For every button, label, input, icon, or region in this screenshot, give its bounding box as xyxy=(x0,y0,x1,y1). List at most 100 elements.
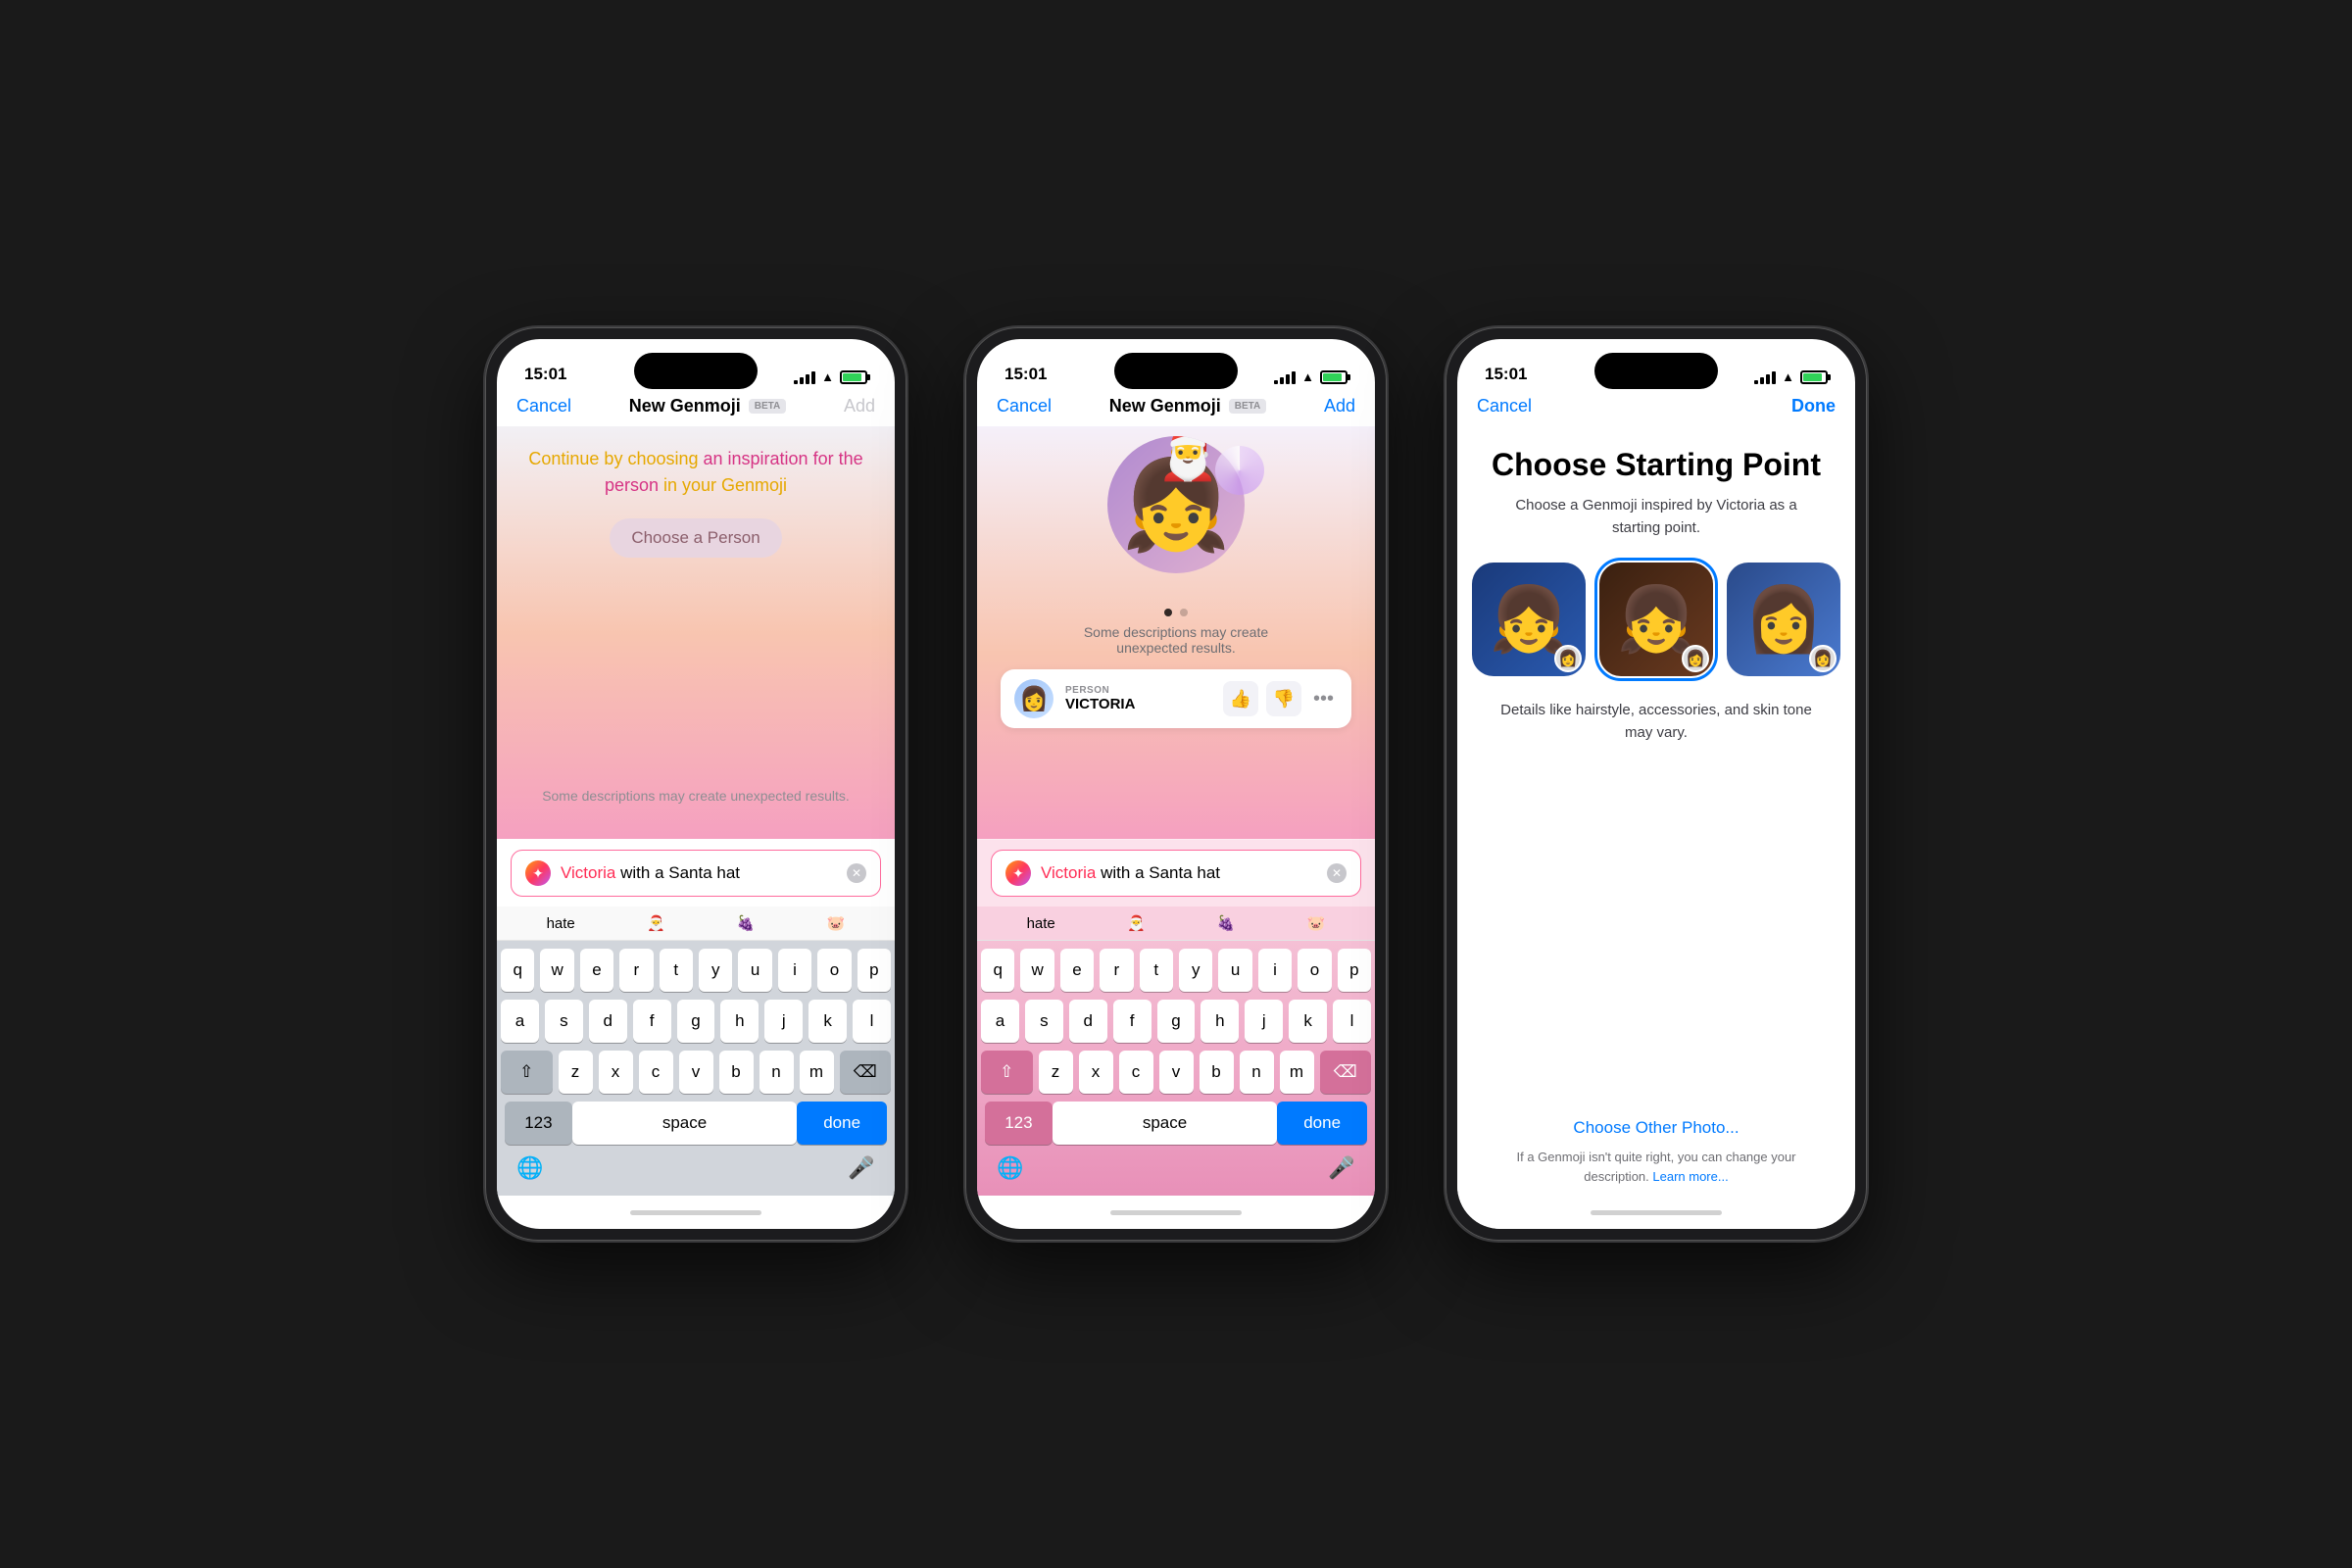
key-p-m[interactable]: m xyxy=(1280,1051,1314,1094)
keyboard-row-3: ⇧ z x c v b n m ⌫ xyxy=(501,1051,891,1094)
key-c[interactable]: c xyxy=(639,1051,673,1094)
phone1-main-content: Continue by choosing an inspiration for … xyxy=(497,426,895,839)
key-p-w[interactable]: w xyxy=(1020,949,1054,992)
key-y[interactable]: y xyxy=(699,949,732,992)
key-p-h[interactable]: h xyxy=(1200,1000,1239,1043)
key-p-j[interactable]: j xyxy=(1245,1000,1283,1043)
signal-icon-3 xyxy=(1754,370,1776,384)
key-p-u[interactable]: u xyxy=(1218,949,1251,992)
key-p-r[interactable]: r xyxy=(1100,949,1133,992)
key-g[interactable]: g xyxy=(677,1000,715,1043)
search-clear-1[interactable]: ✕ xyxy=(847,863,866,883)
key-p-v[interactable]: v xyxy=(1159,1051,1194,1094)
nav-title-container-1: New Genmoji BETA xyxy=(629,396,787,416)
autocomplete-emoji-4[interactable]: 🎅 xyxy=(1127,914,1146,932)
key-v[interactable]: v xyxy=(679,1051,713,1094)
choose-person-button[interactable]: Choose a Person xyxy=(610,518,781,558)
key-u[interactable]: u xyxy=(738,949,771,992)
status-time-2: 15:01 xyxy=(1004,365,1047,384)
key-f[interactable]: f xyxy=(633,1000,671,1043)
key-p-b[interactable]: b xyxy=(1200,1051,1234,1094)
key-p-g[interactable]: g xyxy=(1157,1000,1196,1043)
key-q[interactable]: q xyxy=(501,949,534,992)
thumbs-down-button[interactable]: 👎 xyxy=(1266,681,1301,716)
key-p[interactable]: p xyxy=(858,949,891,992)
autocomplete-emoji-5[interactable]: 🍇 xyxy=(1217,914,1236,932)
search-bar-1[interactable]: ✦ Victoria with a Santa hat ✕ xyxy=(511,850,881,897)
autocomplete-item-1[interactable]: hate xyxy=(547,915,575,932)
autocomplete-emoji-6[interactable]: 🐷 xyxy=(1307,914,1326,932)
key-l[interactable]: l xyxy=(853,1000,891,1043)
globe-icon-2[interactable]: 🌐 xyxy=(989,1147,1032,1190)
key-p-k[interactable]: k xyxy=(1289,1000,1327,1043)
search-bar-2[interactable]: ✦ Victoria with a Santa hat ✕ xyxy=(991,850,1361,897)
key-j[interactable]: j xyxy=(764,1000,803,1043)
key-z[interactable]: z xyxy=(559,1051,593,1094)
mic-icon-1[interactable]: 🎤 xyxy=(840,1147,883,1190)
key-i[interactable]: i xyxy=(778,949,811,992)
key-space-1[interactable]: space xyxy=(572,1102,797,1145)
key-p-l[interactable]: l xyxy=(1333,1000,1371,1043)
key-shift[interactable]: ⇧ xyxy=(501,1051,553,1094)
key-p-p[interactable]: p xyxy=(1338,949,1371,992)
thumbs-up-button[interactable]: 👍 xyxy=(1223,681,1258,716)
key-p-i[interactable]: i xyxy=(1258,949,1292,992)
key-s[interactable]: s xyxy=(545,1000,583,1043)
key-x[interactable]: x xyxy=(599,1051,633,1094)
key-d[interactable]: d xyxy=(589,1000,627,1043)
globe-icon-1[interactable]: 🌐 xyxy=(509,1147,552,1190)
key-m[interactable]: m xyxy=(800,1051,834,1094)
key-r[interactable]: r xyxy=(619,949,653,992)
keyboard-bottom-row-2: 123 space done xyxy=(981,1102,1371,1145)
mic-icon-2[interactable]: 🎤 xyxy=(1320,1147,1363,1190)
cancel-button-1[interactable]: Cancel xyxy=(516,396,571,416)
key-w[interactable]: w xyxy=(540,949,573,992)
key-b[interactable]: b xyxy=(719,1051,754,1094)
key-p-done[interactable]: done xyxy=(1277,1102,1367,1145)
avatar-option-1-badge: 👩 xyxy=(1554,645,1582,672)
key-h[interactable]: h xyxy=(720,1000,759,1043)
key-p-x[interactable]: x xyxy=(1079,1051,1113,1094)
battery-icon-2 xyxy=(1320,370,1348,384)
key-p-delete[interactable]: ⌫ xyxy=(1320,1051,1372,1094)
key-t[interactable]: t xyxy=(660,949,693,992)
done-button-3[interactable]: Done xyxy=(1791,396,1836,416)
key-number-1[interactable]: 123 xyxy=(505,1102,572,1145)
autocomplete-emoji-3[interactable]: 🐷 xyxy=(827,914,846,932)
autocomplete-emoji-1[interactable]: 🎅 xyxy=(647,914,665,932)
cancel-button-2[interactable]: Cancel xyxy=(997,396,1052,416)
key-p-e[interactable]: e xyxy=(1060,949,1094,992)
key-o[interactable]: o xyxy=(817,949,851,992)
key-done-1[interactable]: done xyxy=(797,1102,887,1145)
autocomplete-item-2[interactable]: hate xyxy=(1027,915,1055,932)
key-p-number[interactable]: 123 xyxy=(985,1102,1053,1145)
key-p-shift[interactable]: ⇧ xyxy=(981,1051,1033,1094)
nav-title-1: New Genmoji xyxy=(629,396,741,416)
add-button-2[interactable]: Add xyxy=(1324,396,1355,416)
key-e[interactable]: e xyxy=(580,949,613,992)
key-k[interactable]: k xyxy=(808,1000,847,1043)
key-p-q[interactable]: q xyxy=(981,949,1014,992)
person-name: VICTORIA xyxy=(1065,696,1211,712)
key-p-t[interactable]: t xyxy=(1140,949,1173,992)
key-p-o[interactable]: o xyxy=(1298,949,1331,992)
cancel-button-3[interactable]: Cancel xyxy=(1477,396,1532,416)
autocomplete-emoji-2[interactable]: 🍇 xyxy=(737,914,756,932)
key-p-c[interactable]: c xyxy=(1119,1051,1153,1094)
search-clear-2[interactable]: ✕ xyxy=(1327,863,1347,883)
learn-more-link[interactable]: Learn more... xyxy=(1652,1169,1728,1184)
more-button[interactable]: ••• xyxy=(1309,688,1338,710)
key-p-d[interactable]: d xyxy=(1069,1000,1107,1043)
key-p-z[interactable]: z xyxy=(1039,1051,1073,1094)
key-n[interactable]: n xyxy=(760,1051,794,1094)
key-p-n[interactable]: n xyxy=(1240,1051,1274,1094)
key-p-y[interactable]: y xyxy=(1179,949,1212,992)
key-delete[interactable]: ⌫ xyxy=(840,1051,892,1094)
choose-other-photo-button[interactable]: Choose Other Photo... xyxy=(1481,1118,1832,1138)
key-p-f[interactable]: f xyxy=(1113,1000,1152,1043)
add-button-1[interactable]: Add xyxy=(844,396,875,416)
key-a[interactable]: a xyxy=(501,1000,539,1043)
key-p-a[interactable]: a xyxy=(981,1000,1019,1043)
key-p-space[interactable]: space xyxy=(1053,1102,1277,1145)
key-p-s[interactable]: s xyxy=(1025,1000,1063,1043)
